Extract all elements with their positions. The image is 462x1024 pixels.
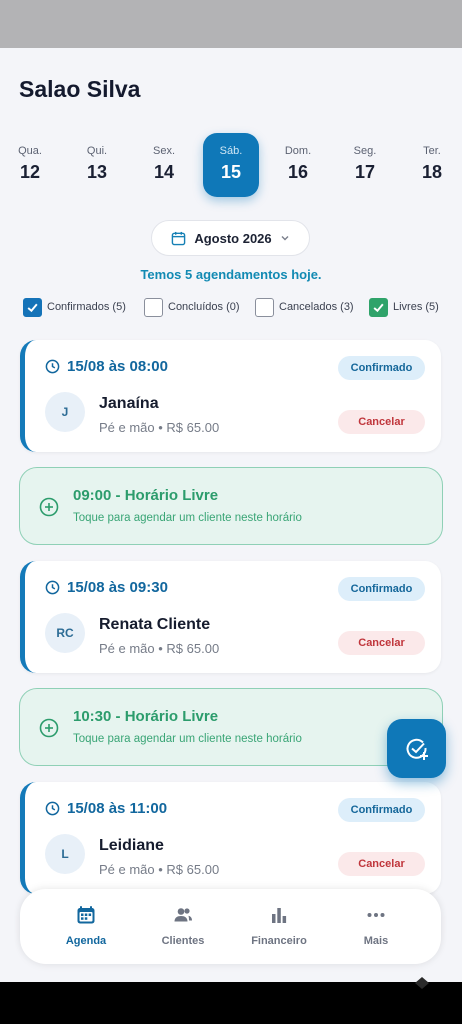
appointment-time: 15/08 às 09:30: [67, 579, 168, 596]
status-bar: [0, 0, 462, 48]
day-number: 17: [354, 162, 376, 182]
add-circle-icon: [39, 718, 59, 738]
agenda-screen: Salao Silva Qua. 12 Qui. 13 Sex. 14 Sáb.…: [0, 48, 462, 982]
service-price: Pé e mão • R$ 65.00: [99, 641, 220, 656]
nav-label: Agenda: [65, 935, 107, 947]
filter-livres[interactable]: Livres (5): [369, 297, 439, 317]
status-badge: Confirmado: [338, 577, 425, 601]
nav-label: Clientes: [161, 935, 205, 947]
nav-clientes[interactable]: Clientes: [138, 889, 228, 964]
day-number: 13: [86, 162, 108, 182]
page-title: Salao Silva: [19, 76, 141, 102]
day-number: 14: [153, 162, 175, 182]
users-icon: [174, 908, 192, 922]
day-item-17[interactable]: Seg. 17: [337, 133, 393, 197]
appointment-card[interactable]: 15/08 às 11:00 Confirmado L Leidiane Pé …: [20, 782, 441, 894]
day-weekday: Ter.: [423, 145, 441, 157]
add-circle-icon: [39, 497, 59, 517]
status-badge: Confirmado: [338, 798, 425, 822]
nav-mais[interactable]: Mais: [331, 889, 421, 964]
day-item-15-selected[interactable]: Sáb. 15: [203, 133, 259, 197]
calendar-icon: [77, 906, 95, 924]
nav-label: Mais: [363, 935, 389, 947]
month-label: Agosto 2026: [194, 230, 272, 246]
calendar-add-icon: [406, 738, 428, 760]
free-slot[interactable]: 09:00 - Horário Livre Toque para agendar…: [19, 467, 443, 545]
day-selector: Qua. 12 Qui. 13 Sex. 14 Sáb. 15 Dom. 16 …: [0, 133, 462, 197]
clock-icon: [45, 359, 60, 374]
avatar: L: [45, 834, 85, 874]
appointment-time-row: 15/08 às 08:00: [45, 358, 168, 375]
calendar-icon: [172, 231, 186, 245]
day-weekday: Qui.: [86, 145, 108, 157]
checkbox-checked[interactable]: [369, 297, 388, 317]
filter-cancelados[interactable]: Cancelados (3): [255, 297, 354, 317]
appointment-time: 15/08 às 11:00: [67, 800, 168, 817]
day-item-14[interactable]: Sex. 14: [136, 133, 192, 197]
day-number: 18: [421, 162, 443, 182]
filter-concluidos[interactable]: Concluídos (0): [144, 297, 240, 317]
free-slot-subtitle: Toque para agendar um cliente neste horá…: [73, 733, 302, 745]
nav-agenda[interactable]: Agenda: [41, 889, 131, 964]
filter-confirmados[interactable]: Confirmados (5): [23, 297, 126, 317]
filter-label: Cancelados (3): [279, 301, 354, 313]
avatar: J: [45, 392, 85, 432]
more-icon: [367, 913, 385, 917]
checkbox-unchecked[interactable]: [144, 297, 163, 317]
bar-chart-icon: [272, 908, 287, 923]
day-item-18[interactable]: Ter. 18: [404, 133, 460, 197]
appointment-card[interactable]: 15/08 às 08:00 Confirmado J Janaína Pé e…: [20, 340, 441, 452]
client-name: Janaína: [99, 395, 159, 412]
appointment-card[interactable]: 15/08 às 09:30 Confirmado RC Renata Clie…: [20, 561, 441, 673]
service-price: Pé e mão • R$ 65.00: [99, 862, 220, 877]
client-name: Renata Cliente: [99, 616, 211, 633]
status-filters: Confirmados (5) Concluídos (0) Cancelado…: [0, 297, 462, 319]
appointment-time: 15/08 às 08:00: [67, 358, 168, 375]
filter-label: Confirmados (5): [47, 301, 126, 313]
day-number: 16: [287, 162, 309, 182]
clock-icon: [45, 801, 60, 816]
day-weekday: Qua.: [18, 145, 42, 157]
day-number: 15: [220, 162, 242, 182]
day-weekday: Seg.: [353, 145, 377, 157]
clock-icon: [45, 580, 60, 595]
status-badge: Confirmado: [338, 356, 425, 380]
nav-financeiro[interactable]: Financeiro: [234, 889, 324, 964]
cancel-button[interactable]: Cancelar: [338, 631, 425, 655]
free-slot[interactable]: 10:30 - Horário Livre Toque para agendar…: [19, 688, 443, 766]
check-icon: [373, 303, 384, 312]
day-number: 12: [19, 162, 41, 182]
day-weekday: Sáb.: [219, 145, 243, 157]
gesture-handle-icon: [415, 977, 429, 989]
system-navigation-bar: [0, 982, 462, 1024]
day-item-12[interactable]: Qua. 12: [2, 133, 58, 197]
day-item-16[interactable]: Dom. 16: [270, 133, 326, 197]
chevron-down-icon: [281, 236, 289, 241]
free-slot-title: 09:00 - Horário Livre: [73, 487, 219, 504]
month-picker-button[interactable]: Agosto 2026: [151, 220, 310, 256]
day-weekday: Dom.: [284, 145, 312, 157]
service-price: Pé e mão • R$ 65.00: [99, 420, 220, 435]
appointments-summary: Temos 5 agendamentos hoje.: [140, 267, 322, 282]
check-icon: [27, 303, 38, 312]
checkbox-checked[interactable]: [23, 297, 42, 317]
nav-label: Financeiro: [251, 935, 307, 947]
cancel-button[interactable]: Cancelar: [338, 852, 425, 876]
appointment-time-row: 15/08 às 11:00: [45, 800, 167, 817]
bottom-navigation: Agenda Clientes Financeiro Mais: [20, 889, 441, 964]
appointment-time-row: 15/08 às 09:30: [45, 579, 168, 596]
checkbox-unchecked[interactable]: [255, 297, 274, 317]
filter-label: Livres (5): [393, 301, 439, 313]
free-slot-title: 10:30 - Horário Livre: [73, 708, 219, 725]
filter-label: Concluídos (0): [168, 301, 240, 313]
cancel-button[interactable]: Cancelar: [338, 410, 425, 434]
avatar: RC: [45, 613, 85, 653]
client-name: Leidiane: [99, 837, 164, 854]
new-appointment-fab[interactable]: [387, 719, 446, 778]
day-item-13[interactable]: Qui. 13: [69, 133, 125, 197]
free-slot-subtitle: Toque para agendar um cliente neste horá…: [73, 512, 302, 524]
day-weekday: Sex.: [152, 145, 175, 157]
